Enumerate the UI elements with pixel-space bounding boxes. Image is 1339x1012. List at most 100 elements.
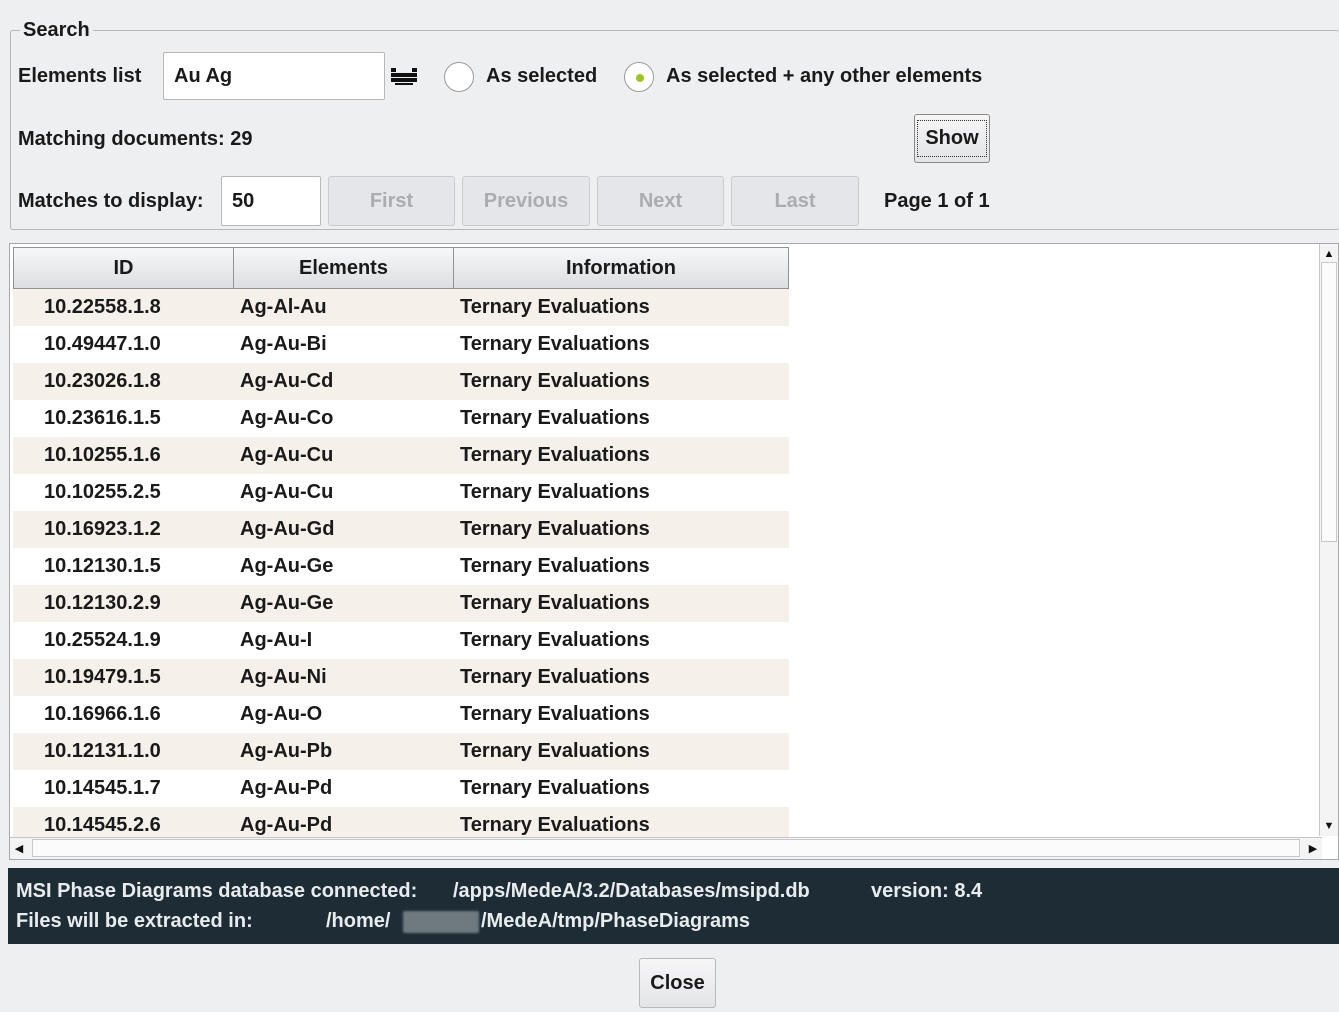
vertical-scroll-thumb[interactable]: [1321, 262, 1337, 542]
matching-documents-label: Matching documents: 29: [18, 128, 253, 150]
cell-elements: Ag-Au-Ge: [240, 555, 334, 577]
cell-information: Ternary Evaluations: [460, 777, 650, 799]
cell-information: Ternary Evaluations: [460, 592, 650, 614]
table-row[interactable]: 10.22558.1.8 Ag-Al-Au Ternary Evaluations: [13, 289, 789, 326]
cell-elements: Ag-Au-Cu: [240, 444, 334, 466]
previous-button[interactable]: Previous: [462, 176, 590, 226]
cell-elements: Ag-Au-Pd: [240, 777, 333, 799]
scroll-down-arrow-icon[interactable]: ▼: [1320, 816, 1338, 836]
table-row[interactable]: 10.12130.1.5 Ag-Au-Ge Ternary Evaluations: [13, 548, 789, 585]
show-button[interactable]: Show: [914, 114, 990, 163]
table-row[interactable]: 10.16923.1.2 Ag-Au-Gd Ternary Evaluations: [13, 511, 789, 548]
db-path: /apps/MedeA/3.2/Databases/msipd.db: [453, 880, 810, 902]
matches-to-display-label: Matches to display:: [18, 190, 204, 212]
cell-elements: Ag-Au-Bi: [240, 333, 327, 355]
first-button[interactable]: First: [328, 176, 455, 226]
next-button[interactable]: Next: [597, 176, 724, 226]
db-version: version: 8.4: [871, 880, 983, 902]
cell-elements: Ag-Au-Cu: [240, 481, 334, 503]
table-row[interactable]: 10.49447.1.0 Ag-Au-Bi Ternary Evaluations: [13, 326, 789, 363]
horizontal-scroll-thumb[interactable]: [32, 839, 1300, 857]
cell-elements: Ag-Au-Pd: [240, 814, 333, 836]
last-button[interactable]: Last: [731, 176, 859, 226]
cell-elements: Ag-Au-I: [240, 629, 313, 651]
search-legend: Search: [20, 19, 93, 42]
cell-information: Ternary Evaluations: [460, 740, 650, 762]
cell-id: 10.14545.2.6: [44, 814, 161, 836]
cell-id: 10.16923.1.2: [44, 518, 161, 540]
cell-id: 10.19479.1.5: [44, 666, 161, 688]
cell-information: Ternary Evaluations: [460, 481, 650, 503]
cell-id: 10.16966.1.6: [44, 703, 161, 725]
table-header: ID Elements Information: [13, 247, 789, 289]
extract-path-suffix: /MedeA/tmp/PhaseDiagrams: [481, 910, 750, 932]
extract-label: Files will be extracted in:: [16, 910, 253, 932]
cell-elements: Ag-Au-Ge: [240, 592, 334, 614]
cell-elements: Ag-Au-Ni: [240, 666, 327, 688]
cell-information: Ternary Evaluations: [460, 703, 650, 725]
table-row[interactable]: 10.25524.1.9 Ag-Au-I Ternary Evaluations: [13, 622, 789, 659]
table-row[interactable]: 10.16966.1.6 Ag-Au-O Ternary Evaluations: [13, 696, 789, 733]
db-connected-label: MSI Phase Diagrams database connected:: [16, 880, 418, 902]
cell-information: Ternary Evaluations: [460, 629, 650, 651]
table-row[interactable]: 10.12130.2.9 Ag-Au-Ge Ternary Evaluations: [13, 585, 789, 622]
cell-id: 10.49447.1.0: [44, 333, 161, 355]
as-selected-plus-radio[interactable]: [624, 62, 654, 92]
as-selected-label: As selected: [486, 65, 598, 87]
cell-elements: Ag-Au-Co: [240, 407, 334, 429]
table-row[interactable]: 10.12131.1.0 Ag-Au-Pb Ternary Evaluations: [13, 733, 789, 770]
as-selected-plus-label: As selected + any other elements: [666, 65, 983, 87]
cell-id: 10.23026.1.8: [44, 370, 161, 392]
cell-elements: Ag-Au-O: [240, 703, 323, 725]
cell-information: Ternary Evaluations: [460, 555, 650, 577]
status-bar: MSI Phase Diagrams database connected: /…: [8, 868, 1339, 944]
cell-id: 10.12130.1.5: [44, 555, 161, 577]
cell-id: 10.10255.1.6: [44, 444, 161, 466]
table-row[interactable]: 10.10255.1.6 Ag-Au-Cu Ternary Evaluations: [13, 437, 789, 474]
column-header-information[interactable]: Information: [453, 247, 789, 289]
table-row[interactable]: 10.23026.1.8 Ag-Au-Cd Ternary Evaluations: [13, 363, 789, 400]
cell-information: Ternary Evaluations: [460, 296, 650, 318]
cell-information: Ternary Evaluations: [460, 407, 650, 429]
cell-information: Ternary Evaluations: [460, 333, 650, 355]
cell-id: 10.10255.2.5: [44, 481, 161, 503]
scroll-left-arrow-icon[interactable]: ◀: [10, 838, 28, 858]
cell-elements: Ag-Au-Gd: [240, 518, 335, 540]
cell-information: Ternary Evaluations: [460, 370, 650, 392]
redacted-username: [403, 911, 479, 933]
cell-id: 10.23616.1.5: [44, 407, 161, 429]
table-row[interactable]: 10.23616.1.5 Ag-Au-Co Ternary Evaluations: [13, 400, 789, 437]
column-header-id[interactable]: ID: [13, 247, 234, 289]
horizontal-scrollbar[interactable]: ◀ ▶: [10, 837, 1322, 859]
page-info: Page 1 of 1: [884, 190, 990, 212]
table-row[interactable]: 10.19479.1.5 Ag-Au-Ni Ternary Evaluations: [13, 659, 789, 696]
extract-path-prefix: /home/: [326, 910, 391, 932]
cell-id: 10.14545.1.7: [44, 777, 161, 799]
cell-id: 10.12131.1.0: [44, 740, 161, 762]
cell-information: Ternary Evaluations: [460, 518, 650, 540]
scroll-right-arrow-icon[interactable]: ▶: [1304, 838, 1322, 858]
cell-id: 10.12130.2.9: [44, 592, 161, 614]
cell-information: Ternary Evaluations: [460, 814, 650, 836]
elements-list-label: Elements list: [18, 65, 142, 87]
periodic-table-picker-icon[interactable]: [390, 66, 418, 86]
cell-id: 10.25524.1.9: [44, 629, 161, 651]
cell-id: 10.22558.1.8: [44, 296, 161, 318]
cell-elements: Ag-Au-Cd: [240, 370, 334, 392]
table-row[interactable]: 10.10255.2.5 Ag-Au-Cu Ternary Evaluations: [13, 474, 789, 511]
vertical-scrollbar[interactable]: ▲ ▼: [1319, 244, 1338, 836]
matches-to-display-input[interactable]: 50: [221, 176, 321, 226]
cell-information: Ternary Evaluations: [460, 444, 650, 466]
cell-elements: Ag-Au-Pb: [240, 740, 333, 762]
as-selected-radio[interactable]: [444, 62, 474, 92]
scroll-up-arrow-icon[interactable]: ▲: [1320, 244, 1338, 264]
results-table: ID Elements Information 10.22558.1.8 Ag-A…: [9, 243, 1339, 860]
show-button-label: Show: [917, 120, 987, 157]
close-button[interactable]: Close: [639, 958, 716, 1008]
table-row[interactable]: 10.14545.1.7 Ag-Au-Pd Ternary Evaluations: [13, 770, 789, 807]
elements-list-input[interactable]: Au Ag: [163, 52, 385, 100]
table-body: 10.22558.1.8 Ag-Al-Au Ternary Evaluations 1…: [13, 289, 789, 844]
cell-elements: Ag-Al-Au: [240, 296, 327, 318]
column-header-elements[interactable]: Elements: [233, 247, 454, 289]
cell-information: Ternary Evaluations: [460, 666, 650, 688]
